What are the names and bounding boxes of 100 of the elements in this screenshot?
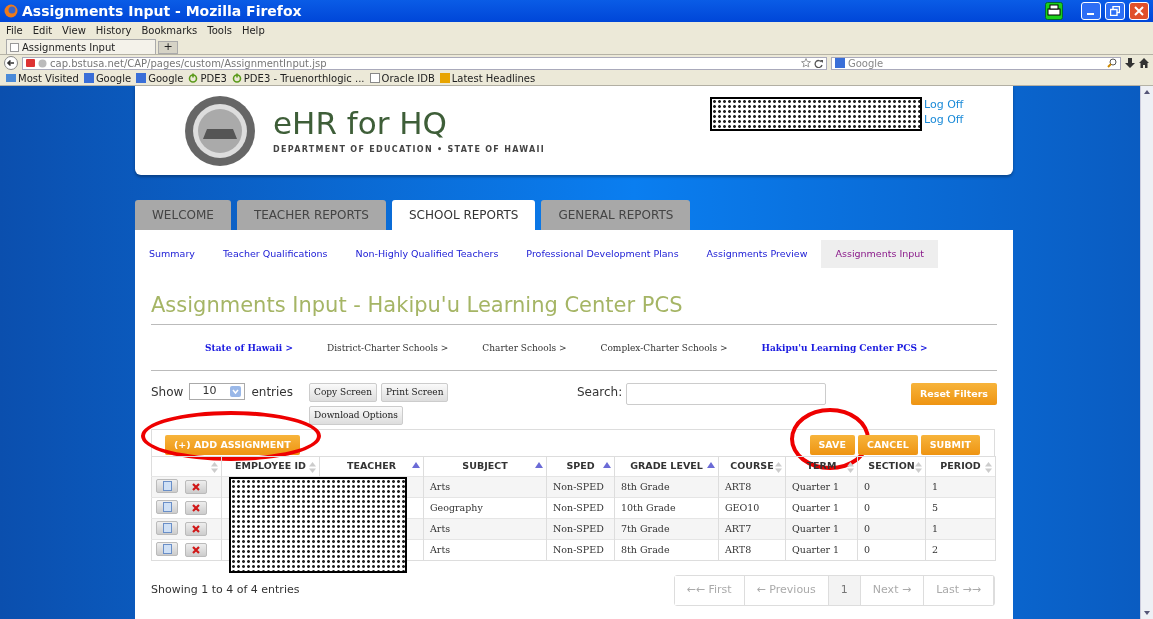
breadcrumb-link[interactable]: District-Charter Schools > (326, 341, 449, 355)
search-input[interactable] (626, 383, 827, 405)
close-icon (192, 482, 200, 491)
document-icon (162, 543, 172, 554)
breadcrumb-link[interactable]: Complex-Charter Schools > (600, 341, 728, 355)
site-subtitle: DEPARTMENT OF EDUCATION • STATE OF HAWAII (273, 144, 546, 157)
close-icon (192, 545, 200, 554)
table-info: Showing 1 to 4 of 4 entries (151, 582, 301, 598)
table-cell: Arts (423, 476, 547, 498)
table-cell: Arts (423, 518, 547, 540)
table-cell: Non-SPED (546, 518, 615, 540)
search-field[interactable]: Google (831, 56, 1121, 70)
nav-tab[interactable]: WELCOME (135, 200, 231, 230)
restore-icon (1110, 6, 1120, 16)
sort-ascending-icon[interactable] (707, 462, 715, 468)
dropdown-icon (230, 386, 242, 397)
download-icon[interactable] (1125, 58, 1135, 68)
log-off-link[interactable]: Log Off (922, 97, 964, 112)
menu-item[interactable]: File (6, 22, 23, 38)
edit-button[interactable] (156, 499, 178, 514)
browser-tab[interactable]: Assignments Input (6, 39, 156, 54)
delete-button[interactable] (185, 479, 207, 494)
minimize-button[interactable] (1081, 2, 1101, 20)
table-cell: 0 (857, 518, 926, 540)
address-bar[interactable]: cap.bstusa.net/CAP/pages/custom/AssignmentInput.jsp (22, 56, 827, 70)
delete-button[interactable] (185, 500, 207, 515)
log-off-link[interactable]: Log Off (922, 112, 964, 127)
close-icon (192, 524, 200, 533)
sort-ascending-icon[interactable] (603, 462, 611, 468)
document-icon (162, 522, 172, 533)
home-icon[interactable] (1139, 58, 1149, 68)
edit-button[interactable] (156, 478, 178, 493)
nav-tab[interactable]: SCHOOL REPORTS (391, 200, 536, 230)
search-icon[interactable] (1107, 58, 1117, 68)
page-title: Assignments Input - Hakipu'u Learning Center PCS (151, 290, 997, 325)
sort-icon[interactable] (847, 462, 854, 473)
table-cell: Quarter 1 (785, 518, 858, 540)
edit-button[interactable] (156, 520, 178, 535)
page-size-select[interactable]: 10 (189, 383, 246, 400)
document-icon (162, 480, 172, 491)
printer-icon[interactable] (1045, 2, 1063, 20)
table-cell: 8th Grade (614, 539, 719, 561)
bookmark-item[interactable]: Google (83, 70, 132, 86)
table-cell: 0 (857, 539, 926, 561)
menu-item[interactable]: View (62, 22, 86, 38)
bookmark-item[interactable]: Oracle IDB (369, 70, 435, 86)
site-icon (26, 58, 35, 68)
search-label: Search: (577, 384, 623, 401)
table-cell: Quarter 1 (785, 476, 858, 498)
table-cell: Non-SPED (546, 476, 615, 498)
page-icon (10, 42, 19, 52)
menu-item[interactable]: Help (241, 22, 265, 38)
reload-icon[interactable] (814, 58, 823, 68)
subnav-link[interactable]: Professional Development Plans (512, 240, 693, 268)
table-cell: 2 (925, 539, 996, 561)
subnav-link[interactable]: Teacher Qualifications (208, 240, 342, 268)
breadcrumb-link[interactable]: Charter Schools > (482, 341, 567, 355)
subnav-link[interactable]: Summary (135, 240, 209, 268)
menu-item[interactable]: Tools (207, 22, 232, 38)
bookmark-item[interactable]: PDE3 (188, 70, 227, 86)
nav-tab[interactable]: GENERAL REPORTS (541, 200, 691, 230)
sort-ascending-icon[interactable] (412, 462, 420, 468)
site-title: eHR for HQ (273, 106, 448, 141)
subnav-link[interactable]: Assignments Preview (692, 240, 822, 268)
entries-label: entries (251, 384, 293, 401)
table-cell: 8th Grade (614, 476, 719, 498)
back-icon[interactable] (4, 56, 18, 70)
export-button[interactable]: Print Screen (380, 383, 449, 402)
menu-item[interactable]: Edit (32, 22, 53, 38)
scrollbar[interactable] (1140, 86, 1153, 619)
export-button[interactable]: Copy Screen (309, 383, 377, 402)
table-cell: Non-SPED (546, 539, 615, 561)
star-icon[interactable] (801, 58, 811, 68)
sort-ascending-icon[interactable] (535, 462, 543, 468)
bookmark-item[interactable]: Most Visited (6, 70, 79, 86)
menu-item[interactable]: History (95, 22, 132, 38)
breadcrumb-link[interactable]: State of Hawaii > (205, 341, 293, 355)
new-tab-button[interactable]: + (158, 41, 178, 54)
close-button[interactable] (1129, 2, 1149, 20)
delete-button[interactable] (185, 521, 207, 536)
export-button[interactable]: Download Options (309, 406, 403, 425)
bookmark-item[interactable]: PDE3 - Truenorthlogic ... (231, 70, 365, 86)
table-cell: ART8 (718, 539, 786, 561)
table-cell: ART7 (718, 518, 786, 540)
close-icon (1134, 6, 1144, 16)
pagination-button[interactable]: 1 (828, 576, 861, 605)
menu-item[interactable]: Bookmarks (141, 22, 198, 38)
table-cell: 0 (857, 476, 926, 498)
edit-button[interactable] (156, 541, 178, 556)
table-cell: ART8 (718, 476, 786, 498)
bookmark-item[interactable]: Google (136, 70, 184, 86)
bookmark-item[interactable]: Latest Headlines (439, 70, 536, 86)
restore-button[interactable] (1105, 2, 1125, 20)
subnav-link[interactable]: Non-Highly Qualified Teachers (341, 240, 513, 268)
delete-button[interactable] (185, 542, 207, 557)
window-title: Assignments Input - Mozilla Firefox (22, 1, 303, 21)
subnav-link[interactable]: Assignments Input (821, 240, 938, 268)
table-cell: 7th Grade (614, 518, 719, 540)
breadcrumb-link[interactable]: Hakipu'u Learning Center PCS > (761, 341, 928, 355)
nav-tab[interactable]: TEACHER REPORTS (236, 200, 386, 230)
